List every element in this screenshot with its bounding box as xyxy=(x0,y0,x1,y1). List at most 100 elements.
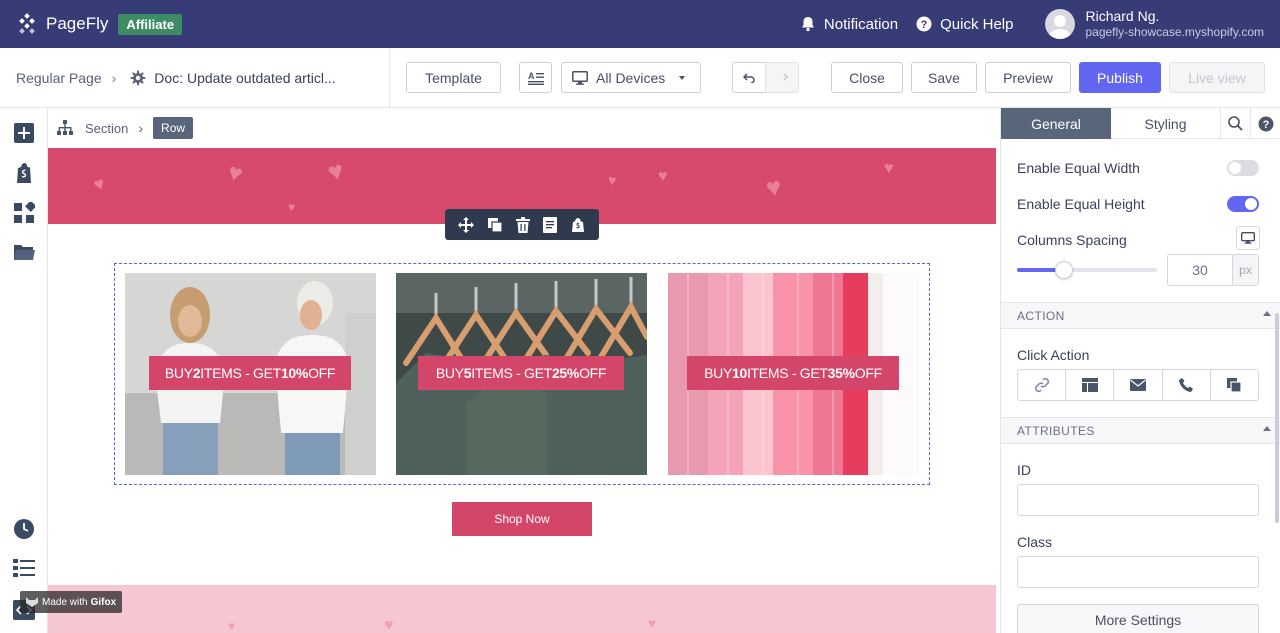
outline-button[interactable]: A xyxy=(519,62,552,93)
attributes-section-header[interactable]: ATTRIBUTES xyxy=(1001,417,1280,444)
svg-text:?: ? xyxy=(1262,119,1269,131)
breadcrumb-row[interactable]: Row xyxy=(153,117,194,139)
equal-height-toggle[interactable] xyxy=(1227,196,1259,212)
footer-band[interactable]: ♥ ♥ ♥ xyxy=(48,585,996,633)
id-input[interactable] xyxy=(1017,484,1259,516)
promo-card-3[interactable]: BUY 10 ITEMS - GET 35% OFF xyxy=(668,273,919,475)
offer-qty: 10 xyxy=(731,365,747,381)
shopify-bag-icon[interactable] xyxy=(570,217,586,233)
redo-icon xyxy=(776,72,788,83)
svg-text:A: A xyxy=(528,71,535,81)
layers-list-icon[interactable] xyxy=(13,558,35,578)
heart-icon: ♥ xyxy=(90,172,108,196)
tab-general[interactable]: General xyxy=(1001,108,1111,139)
element-breadcrumb: Section › Row xyxy=(48,108,1000,148)
notification-button[interactable]: Notification xyxy=(800,16,898,33)
equal-width-label: Enable Equal Width xyxy=(1017,160,1140,176)
class-label: Class xyxy=(1017,534,1053,550)
page-title[interactable]: Doc: Update outdated articl... xyxy=(154,70,335,86)
spacing-slider-track[interactable] xyxy=(1017,261,1157,279)
brand-logo[interactable]: PageFly Affiliate xyxy=(16,13,183,35)
toggle-knob xyxy=(1245,198,1257,210)
move-icon[interactable] xyxy=(457,216,474,233)
user-menu[interactable]: Richard Ng. pagefly-showcase.myshopify.c… xyxy=(1045,8,1264,40)
offer-percent: 25% xyxy=(551,365,580,381)
desktop-icon xyxy=(572,70,588,85)
undo-button[interactable] xyxy=(732,62,766,93)
offer-qty: 5 xyxy=(463,365,472,381)
trash-icon[interactable] xyxy=(515,216,530,233)
history-clock-icon[interactable] xyxy=(13,518,35,540)
promo-label-3: BUY 10 ITEMS - GET 35% OFF xyxy=(687,356,899,390)
live-view-button[interactable]: Live view xyxy=(1169,62,1265,93)
action-link-button[interactable] xyxy=(1018,370,1067,400)
offer-text: ITEMS - GET xyxy=(200,365,281,381)
redo-button[interactable] xyxy=(765,62,799,93)
bell-icon xyxy=(800,16,824,32)
action-section-header[interactable]: ACTION xyxy=(1001,302,1280,329)
template-button[interactable]: Template xyxy=(406,62,501,93)
offer-qty: 2 xyxy=(192,365,201,381)
caret-up-icon xyxy=(1263,311,1271,316)
panel-help-button[interactable]: ? xyxy=(1250,108,1280,139)
responsive-device-button[interactable] xyxy=(1236,226,1260,250)
more-settings-button[interactable]: More Settings xyxy=(1017,604,1259,633)
tab-styling[interactable]: Styling xyxy=(1111,108,1220,139)
panel-scrollbar[interactable] xyxy=(1275,313,1279,523)
device-select-value: All Devices xyxy=(596,69,666,86)
envelope-icon xyxy=(1130,379,1146,391)
undo-icon xyxy=(743,72,755,83)
folder-icon[interactable] xyxy=(13,242,35,262)
heart-icon: ♥ xyxy=(884,160,894,177)
equal-width-toggle[interactable] xyxy=(1227,160,1259,176)
save-as-template-icon[interactable] xyxy=(543,216,558,233)
action-popup-button[interactable] xyxy=(1066,370,1115,400)
id-label: ID xyxy=(1017,462,1031,478)
publish-button[interactable]: Publish xyxy=(1079,62,1161,93)
class-input[interactable] xyxy=(1017,556,1259,588)
promo-card-2[interactable]: BUY 5 ITEMS - GET 25% OFF xyxy=(396,273,647,475)
editor-canvas[interactable]: Section › Row ♥ ♥ ♥ ♥ ♥ ♥ ♥ ♥ BUY 2 ITEM… xyxy=(48,108,1000,633)
spacing-input[interactable]: 30 xyxy=(1168,255,1232,285)
chevron-right-icon: › xyxy=(111,70,117,86)
section-title: ACTION xyxy=(1017,308,1065,323)
add-element-icon[interactable] xyxy=(13,122,35,144)
heart-icon: ♥ xyxy=(224,158,246,189)
gear-icon[interactable] xyxy=(130,70,146,86)
action-email-button[interactable] xyxy=(1114,370,1163,400)
search-icon xyxy=(1228,116,1243,131)
heart-icon: ♥ xyxy=(606,171,618,189)
spacing-input-group: 30 px xyxy=(1167,254,1259,286)
link-icon xyxy=(1034,377,1050,393)
spacing-slider-handle[interactable] xyxy=(1055,261,1073,279)
user-name: Richard Ng. xyxy=(1085,8,1160,24)
settings-panel: General Styling ? Enable Equal Width Ena… xyxy=(1000,108,1280,633)
preview-button[interactable]: Preview xyxy=(985,62,1071,93)
close-button[interactable]: Close xyxy=(831,62,903,93)
save-button[interactable]: Save xyxy=(911,62,977,93)
device-select[interactable]: All Devices xyxy=(561,62,701,93)
notification-label: Notification xyxy=(823,15,899,33)
shopify-icon[interactable] xyxy=(13,162,35,184)
breadcrumb-section[interactable]: Section xyxy=(85,121,128,136)
svg-text:?: ? xyxy=(921,19,928,31)
breadcrumb-root[interactable]: Regular Page xyxy=(16,70,102,86)
selected-row[interactable]: BUY 2 ITEMS - GET 10% OFF BUY 5 ITEMS - … xyxy=(114,263,930,485)
action-phone-button[interactable] xyxy=(1163,370,1211,400)
avatar xyxy=(1045,9,1076,39)
panel-search-button[interactable] xyxy=(1220,108,1250,139)
offer-percent: 10% xyxy=(280,365,309,381)
sections-grid-icon[interactable] xyxy=(13,202,35,224)
action-copy-button[interactable] xyxy=(1211,370,1258,400)
quick-help-button[interactable]: ? Quick Help xyxy=(916,16,1013,33)
heart-icon: ♥ xyxy=(288,200,296,214)
duplicate-icon[interactable] xyxy=(487,217,503,233)
affiliate-badge[interactable]: Affiliate xyxy=(118,13,183,35)
heart-icon: ♥ xyxy=(384,617,394,633)
editor-toolbar: Regular Page › Doc: Update outdated arti… xyxy=(0,48,1280,108)
shop-now-button[interactable]: Shop Now xyxy=(452,502,592,536)
phone-icon xyxy=(1179,378,1194,392)
promo-card-1[interactable]: BUY 2 ITEMS - GET 10% OFF xyxy=(125,273,376,475)
spacing-unit[interactable]: px xyxy=(1232,255,1258,285)
equal-height-label: Enable Equal Height xyxy=(1017,196,1145,212)
